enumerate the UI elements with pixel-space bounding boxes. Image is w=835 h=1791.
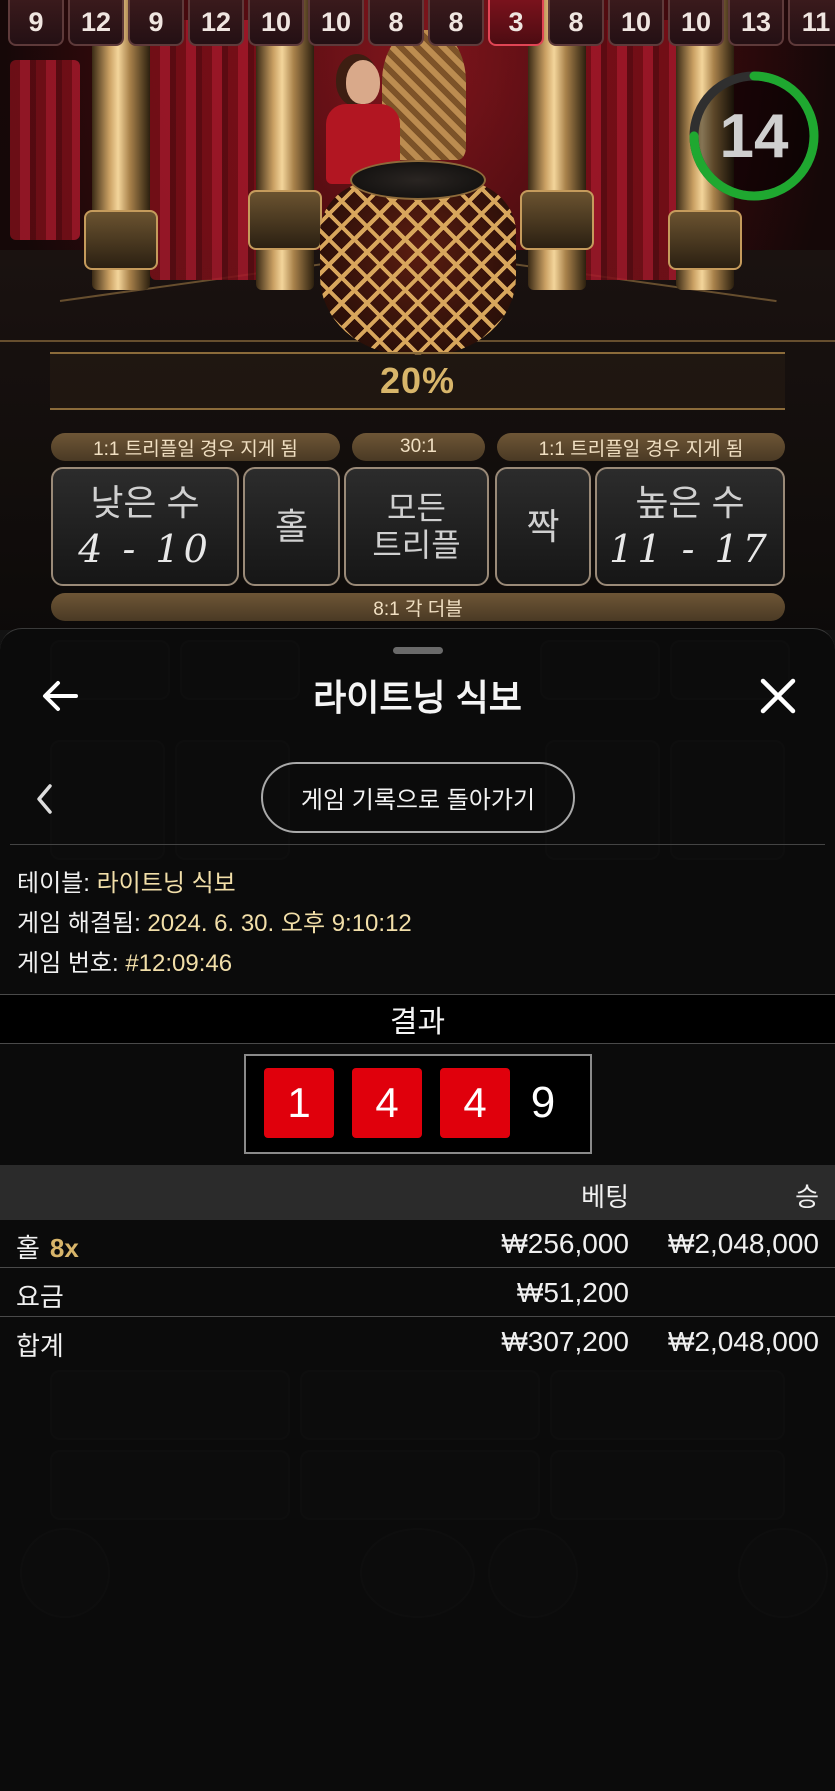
bet-name-text: 홀 [16,1233,40,1263]
history-result: 12 [68,0,124,46]
game-number-info: 게임 번호: #12:09:46 [17,943,232,978]
even-label: 짝 [526,505,560,547]
bet-spot-even[interactable]: 짝 [495,467,591,586]
resolved-label: 게임 해결됨: [17,910,141,937]
history-result: 13 [728,0,784,46]
table-label: 테이블: [17,870,90,897]
divider [10,844,825,845]
low-label: 낮은 수 [90,481,200,523]
odd-label: 홀 [274,505,309,547]
resolved-info: 게임 해결됨: 2024. 6. 30. 오후 9:10:12 [17,903,412,938]
die-1: 1 [264,1068,334,1138]
round-history-strip: 9 12 9 12 10 10 8 8 3 8 10 10 13 11 [0,0,835,46]
timer-value: 14 [719,101,789,171]
resolved-value: 2024. 6. 30. 오후 9:10:12 [147,910,412,937]
payout-doubles-label: 8:1 각 더블 [51,593,785,621]
history-result: 10 [608,0,664,46]
fee-amount: ₩51,200 [516,1277,629,1308]
dice-total: 9 [530,1078,556,1127]
dice-shaker-urn [320,180,516,355]
any-triple-line2: 트리플 [372,526,461,563]
dice-result: 1 4 4 9 [244,1054,592,1154]
lightning-multiplier-strip: 20% [50,352,785,410]
pillar-base [520,190,594,250]
column-bet: 베팅 [581,1182,629,1212]
payout-low-label: 1:1 트리플일 경우 지게 됨 [51,433,340,461]
history-result: 9 [128,0,184,46]
history-result: 8 [368,0,424,46]
history-result: 10 [308,0,364,46]
panel-title: 라이트닝 식보 [313,677,522,718]
result-header: 결과 [0,994,835,1044]
bet-spot-any-triple[interactable]: 모든 트리플 [344,467,489,586]
any-triple-line1: 모든 [387,489,446,526]
win-amount: ₩2,048,000 [668,1228,819,1259]
multiplier-percent: 20% [379,360,456,401]
chevron-left-icon[interactable] [32,781,56,817]
bet-amount: ₩256,000 [501,1228,629,1259]
bet-spot-odd[interactable]: 홀 [243,467,340,586]
payout-any-triple-label: 30:1 [352,433,485,461]
bet-spot-low[interactable]: 낮은 수 4 - 10 [51,467,239,586]
history-result: 10 [668,0,724,46]
column-win: 승 [795,1182,819,1212]
game-number-label: 게임 번호: [17,950,119,977]
total-bet: ₩307,200 [501,1326,629,1357]
dice-shaker-lid [350,160,486,200]
history-result: 11 [788,0,835,46]
total-win: ₩2,048,000 [668,1326,819,1357]
pillar-base [84,210,158,270]
history-result: 8 [548,0,604,46]
history-result: 8 [428,0,484,46]
bet-name: 홀 8x [16,1228,79,1265]
countdown-timer: 14 [688,70,820,202]
die-3: 4 [440,1068,510,1138]
low-range: 4 - 10 [78,527,212,572]
die-2: 4 [352,1068,422,1138]
game-history-panel: 라이트닝 식보 게임 기록으로 돌아가기 테이블: 라이트닝 식보 게임 해결됨… [0,628,835,1791]
fee-label: 요금 [16,1282,64,1312]
history-result: 12 [188,0,244,46]
total-label: 합계 [16,1331,64,1361]
pillar-base [668,210,742,270]
game-number-value: #12:09:46 [125,950,233,977]
history-result: 9 [8,0,64,46]
history-result: 3 [488,0,544,46]
bet-multiplier: 8x [49,1233,79,1263]
history-result: 10 [248,0,304,46]
bet-row: 홀 8x ₩256,000 ₩2,048,000 [0,1220,835,1268]
dealer-head [346,60,380,104]
live-video-stream: 9 12 9 12 10 10 8 8 3 8 10 10 13 11 14 20% 1:1 트리플일 경… [0,0,835,640]
fee-row: 요금 ₩51,200 [0,1269,835,1317]
pillar-base [248,190,322,250]
back-to-history-button[interactable]: 게임 기록으로 돌아가기 [261,762,575,833]
bet-table-header: 베팅 승 [0,1165,835,1220]
table-info: 테이블: 라이트닝 식보 [17,863,236,898]
red-curtain [10,60,80,240]
bet-spot-high[interactable]: 높은 수 11 - 17 [595,467,785,586]
close-icon[interactable] [756,674,800,718]
high-label: 높은 수 [635,481,745,523]
drag-handle[interactable] [393,647,443,654]
table-value: 라이트닝 식보 [96,870,236,897]
payout-high-label: 1:1 트리플일 경우 지게 됨 [497,433,785,461]
high-range: 11 - 17 [609,527,771,572]
total-row: 합계 ₩307,200 ₩2,048,000 [0,1318,835,1366]
